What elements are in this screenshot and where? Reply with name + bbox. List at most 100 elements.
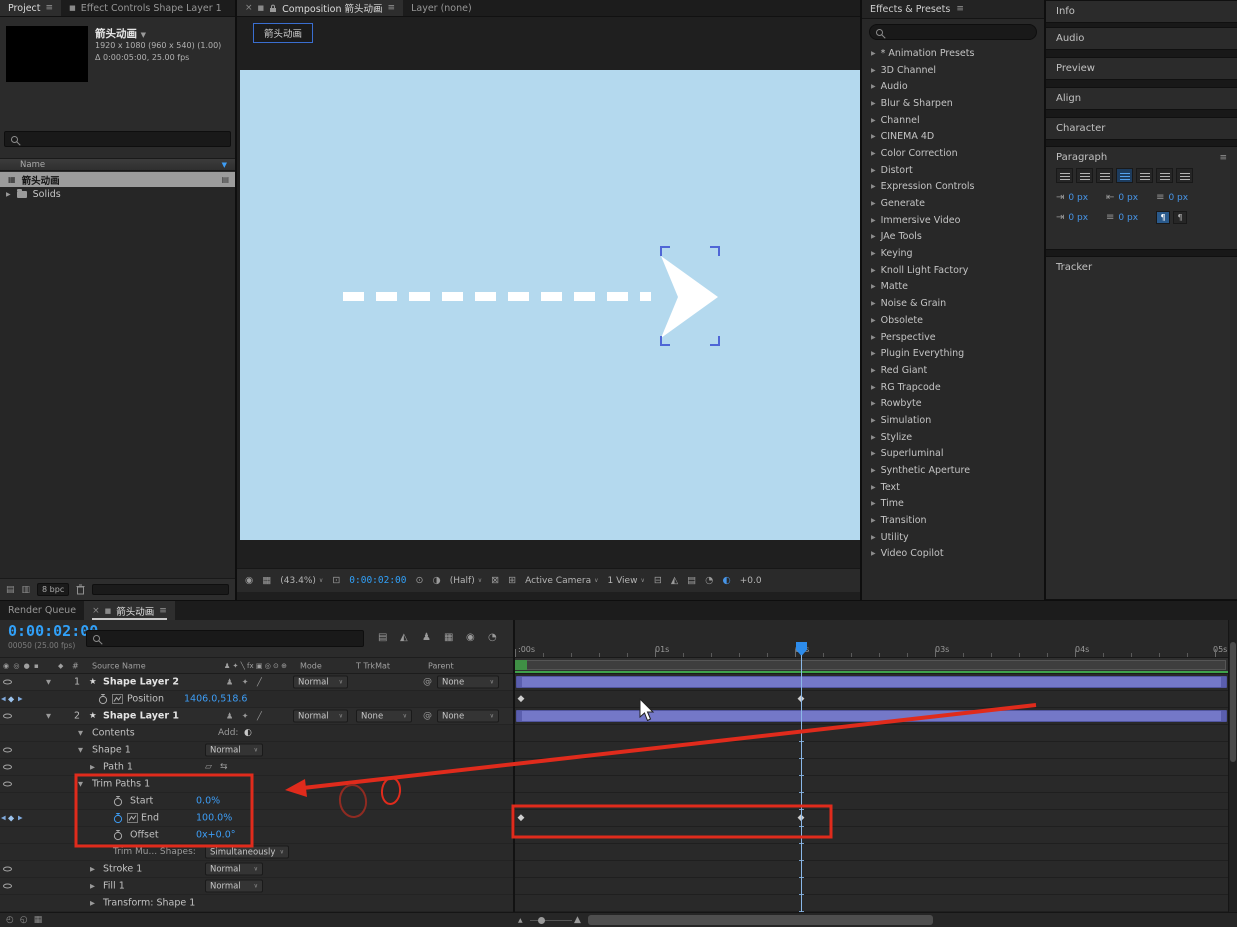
zoom-select[interactable]: (43.4%) ∨ <box>280 576 323 586</box>
composition-selector-chip[interactable]: 箭头动画 <box>253 23 314 43</box>
twirl-right-icon[interactable]: ▶ <box>90 763 95 771</box>
add-shape-button[interactable]: ◐ <box>244 728 252 738</box>
source-name-column-header[interactable]: Source Name <box>92 661 146 670</box>
layer-name[interactable]: Shape Layer 1 <box>103 711 179 722</box>
justify-last-center-button[interactable] <box>1136 168 1153 183</box>
blend-mode-select[interactable]: Normal ∨ <box>205 743 263 757</box>
effects-category[interactable]: ▶ Video Copilot <box>862 546 1044 563</box>
hide-shy-layers-icon[interactable]: ♟ <box>422 632 431 643</box>
keyframe-diamond[interactable]: ◆ <box>518 694 525 704</box>
exposure-icon[interactable]: ◐ <box>722 575 730 586</box>
twirl-down-icon[interactable]: ▼ <box>46 678 51 686</box>
time-ruler[interactable]: :00s 01s 02s 03s 04s 05s <box>515 620 1237 658</box>
property-row-position[interactable]: ◀ ◆ ▶ Position 1406.0,518.6 <box>0 691 513 708</box>
project-search-field[interactable] <box>4 131 231 147</box>
zoom-slider-handle[interactable] <box>538 917 545 924</box>
align-panel[interactable]: Align <box>1046 87 1237 110</box>
group-row-transform-shape-1[interactable]: ▶ Transform: Shape 1 <box>0 895 513 912</box>
effects-search-input[interactable] <box>888 27 1030 37</box>
group-name[interactable]: Contents <box>92 728 135 739</box>
effects-category[interactable]: ▶ Rowbyte <box>862 395 1044 412</box>
effects-category[interactable]: ▶ Keying <box>862 245 1044 262</box>
chevron-right-icon[interactable]: ▶ <box>871 400 876 407</box>
twirl-right-icon[interactable]: ▶ <box>90 882 95 890</box>
chevron-right-icon[interactable]: ▶ <box>871 167 876 174</box>
chevron-right-icon[interactable]: ▶ <box>871 150 876 157</box>
chevron-right-icon[interactable]: ▶ <box>871 500 876 507</box>
tab-layer[interactable]: Layer (none) <box>403 0 480 16</box>
effects-category[interactable]: ▶ JAe Tools <box>862 229 1044 246</box>
group-row-fill-1[interactable]: ▶ Fill 1 Normal ∨ <box>0 878 513 895</box>
selected-comp-name[interactable]: 箭头动画 ▼ <box>95 26 146 41</box>
effects-category[interactable]: ▶ Blur & Sharpen <box>862 95 1044 112</box>
effects-category[interactable]: ▶ Obsolete <box>862 312 1044 329</box>
chevron-right-icon[interactable]: ▶ <box>871 117 876 124</box>
justify-all-button[interactable] <box>1176 168 1193 183</box>
chevron-right-icon[interactable]: ▶ <box>871 233 876 240</box>
info-panel[interactable]: Info <box>1046 0 1237 23</box>
effects-category[interactable]: ▶ RG Trapcode <box>862 379 1044 396</box>
stopwatch-active-icon[interactable] <box>113 812 123 824</box>
next-keyframe-icon[interactable]: ▶ <box>18 696 23 703</box>
first-line-indent-field[interactable]: ≡ 0 px <box>1156 192 1188 203</box>
tab-timeline-comp[interactable]: × ■ 箭头动画 ≡ <box>84 601 175 620</box>
indent-right-field[interactable]: ⇤ 0 px <box>1106 192 1138 203</box>
group-name[interactable]: Path 1 <box>103 762 133 773</box>
indent-left-field[interactable]: ⇥ 0 px <box>1056 192 1088 203</box>
property-row-offset[interactable]: Offset 0x+0.0° <box>0 827 513 844</box>
show-channels-icon[interactable]: ◑ <box>432 575 440 586</box>
transparency-grid-icon[interactable]: ⊞ <box>508 575 516 586</box>
character-panel[interactable]: Character <box>1046 117 1237 140</box>
twirl-right-icon[interactable]: ▶ <box>90 899 95 907</box>
position-value[interactable]: 1406.0,518.6 <box>184 694 247 705</box>
prev-keyframe-icon[interactable]: ◀ <box>1 815 6 822</box>
mode-column-header[interactable]: Mode <box>300 661 322 670</box>
blend-mode-select[interactable]: Normal ∨ <box>205 879 263 893</box>
effects-category[interactable]: ▶ 3D Channel <box>862 62 1044 79</box>
chevron-right-icon[interactable]: ▶ <box>871 267 876 274</box>
eye-toggle[interactable] <box>3 781 12 787</box>
tab-effect-controls[interactable]: ■ Effect Controls Shape Layer 1 <box>61 0 230 16</box>
draft-3d-icon[interactable]: ◭ <box>400 632 408 643</box>
end-value[interactable]: 100.0% <box>196 813 232 824</box>
current-time-indicator[interactable] <box>796 642 807 912</box>
fast-previews-icon[interactable]: ◭ <box>671 575 678 586</box>
stopwatch-icon[interactable] <box>98 693 108 705</box>
property-name[interactable]: Start <box>130 796 153 807</box>
chevron-right-icon[interactable]: ▶ <box>871 250 876 257</box>
group-row-shape-1[interactable]: ▼ Shape 1 Normal ∨ <box>0 742 513 759</box>
twirl-down-icon[interactable]: ▼ <box>78 746 83 754</box>
effects-category[interactable]: ▶ CINEMA 4D <box>862 128 1044 145</box>
property-row-trim-multiple-shapes[interactable]: Trim Mu... Shapes: Simultaneously ∨ <box>0 844 513 861</box>
vertical-scrollbar[interactable] <box>1228 620 1237 912</box>
parent-pickwhip-icon[interactable]: @ <box>423 677 432 687</box>
blend-mode-select[interactable]: Normal ∨ <box>205 862 263 876</box>
chevron-right-icon[interactable]: ▶ <box>871 534 876 541</box>
zoom-slider-track[interactable] <box>530 920 572 921</box>
effects-panel-header[interactable]: Effects & Presets ≡ <box>862 0 1044 19</box>
panel-menu-icon[interactable]: ≡ <box>388 3 396 13</box>
rtl-direction-button[interactable]: ¶ <box>1173 211 1188 224</box>
trash-icon[interactable] <box>76 584 85 595</box>
timeline-button-icon[interactable]: ▤ <box>687 575 696 586</box>
effects-category[interactable]: ▶ Channel <box>862 112 1044 129</box>
twirl-right-icon[interactable]: ▶ <box>90 865 95 873</box>
parent-select[interactable]: None ∨ <box>437 675 499 689</box>
audio-panel[interactable]: Audio <box>1046 27 1237 50</box>
close-icon[interactable]: × <box>245 3 253 13</box>
start-value[interactable]: 0.0% <box>196 796 220 807</box>
resolution-select[interactable]: (Half) ∨ <box>450 576 482 586</box>
layer-row-shape-layer-1[interactable]: ▼ 2 ★ Shape Layer 1 ♟ ✦ ╱ Normal ∨ None ∨ … <box>0 708 513 725</box>
horizontal-scrollbar-thumb[interactable] <box>588 915 933 925</box>
work-area-region[interactable] <box>517 660 1226 670</box>
flowchart-icon[interactable]: ◔ <box>705 575 713 586</box>
group-row-path-1[interactable]: ▶ Path 1 ▱ ⇆ <box>0 759 513 776</box>
group-row-contents[interactable]: ▼ Contents Add: ◐ <box>0 725 513 742</box>
effects-category[interactable]: ▶ Perspective <box>862 329 1044 346</box>
view-layout-select[interactable]: 1 View ∨ <box>608 576 645 586</box>
group-name[interactable]: Transform: Shape 1 <box>103 898 195 909</box>
chevron-right-icon[interactable]: ▶ <box>871 100 876 107</box>
effects-category[interactable]: ▶ Time <box>862 496 1044 513</box>
current-time-display[interactable]: 0:00:02:00 <box>8 622 98 640</box>
layer-switches[interactable]: ♟ ✦ ╱ <box>226 712 265 721</box>
